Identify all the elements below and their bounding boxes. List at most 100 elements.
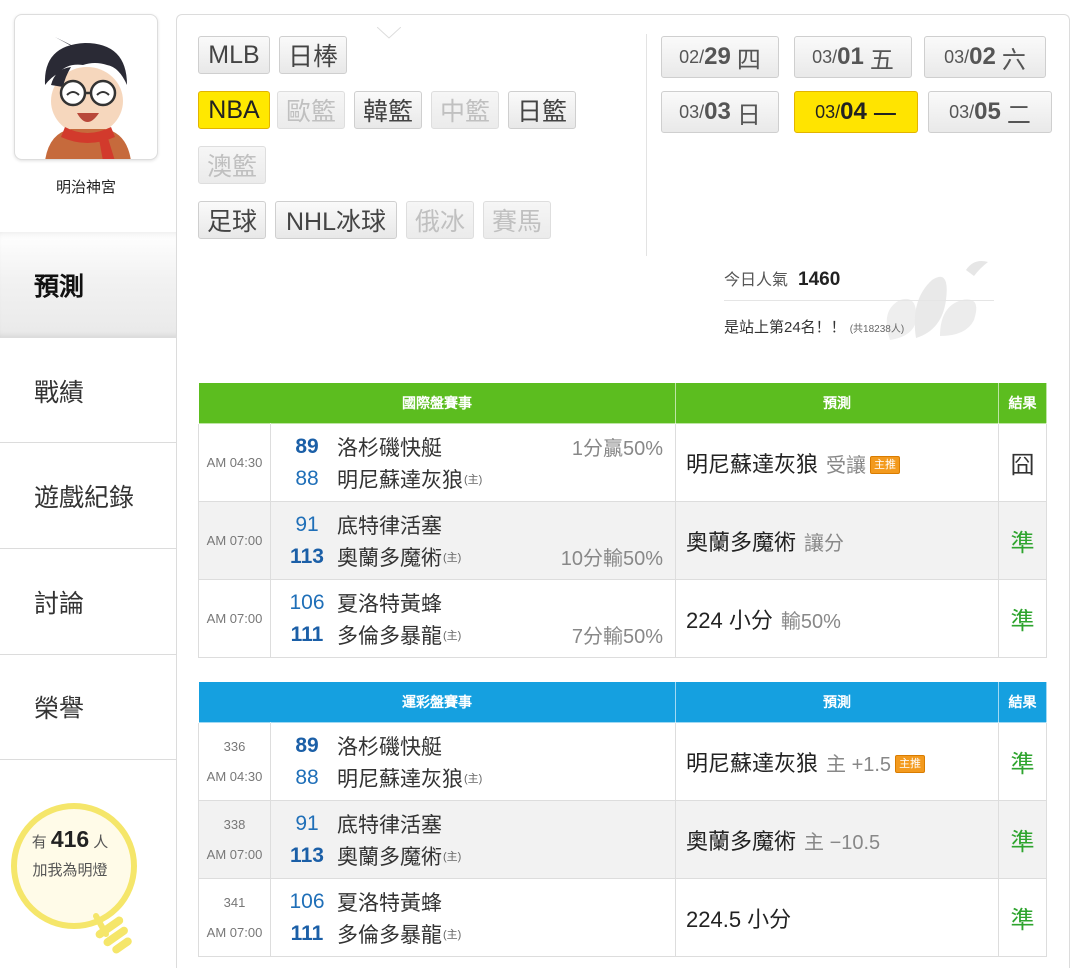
away-team[interactable]: 洛杉磯快艇	[337, 432, 442, 462]
away-team[interactable]: 底特律活塞	[337, 510, 442, 540]
date-0304[interactable]: 03/04 一	[794, 91, 918, 133]
home-score: 113	[290, 544, 324, 568]
divider	[646, 34, 647, 256]
table-header: 運彩盤賽事 預測 結果	[198, 681, 1047, 723]
sport-nhl[interactable]: NHL冰球	[275, 201, 397, 239]
home-score: 111	[290, 921, 324, 945]
game-time: 336 AM 04:30	[198, 722, 271, 801]
sport-mlb[interactable]: MLB	[198, 36, 270, 74]
site-rank-text: 是站上第24名！！	[724, 319, 846, 336]
pick-type: 主 +1.5	[826, 753, 892, 776]
home-score: 111	[290, 622, 324, 646]
game-time: AM 07:00	[198, 501, 271, 580]
pick: 明尼蘇達灰狼	[686, 451, 819, 477]
game-time-value: AM 07:00	[206, 846, 263, 862]
away-score: 89	[295, 733, 319, 757]
fan-count[interactable]: 有 416 人 加我為明燈	[12, 826, 128, 880]
pick: 奧蘭多魔術	[686, 529, 797, 555]
sport-nba[interactable]: NBA	[198, 91, 270, 129]
result: 準	[998, 579, 1047, 658]
pick-type: 主 −10.5	[804, 831, 881, 854]
avatar[interactable]	[14, 14, 158, 160]
game-code: 336	[223, 738, 246, 754]
home-mark: (主)	[443, 629, 462, 642]
prediction: 奧蘭多魔術 讓分	[675, 501, 999, 580]
site-rank-total: (共18238人)	[849, 324, 905, 335]
sport-japan-basketball[interactable]: 日籃	[508, 91, 576, 129]
home-team[interactable]: 奧蘭多魔術	[337, 841, 442, 871]
result: 準	[998, 501, 1047, 580]
nav-game-history[interactable]: 遊戲紀錄	[0, 442, 178, 548]
fan-count-value: 416	[50, 826, 90, 852]
home-mark: (主)	[464, 772, 483, 785]
away-team[interactable]: 底特律活塞	[337, 809, 442, 839]
date-0301[interactable]: 03/01 五	[794, 36, 912, 78]
sport-euro-basketball: 歐籃	[277, 91, 345, 129]
spread-result: 1分贏50%	[571, 438, 663, 460]
prediction: 224 小分 輸50%	[675, 579, 999, 658]
fan-count-suffix: 人	[93, 834, 109, 851]
date-0305[interactable]: 03/05 二	[928, 91, 1052, 133]
pick: 奧蘭多魔術	[686, 828, 797, 854]
game-time: 341 AM 07:00	[198, 878, 271, 957]
top-pick-badge: 主推	[870, 455, 901, 474]
follow-link[interactable]: 加我為明燈	[12, 859, 128, 880]
home-mark: (主)	[443, 850, 462, 863]
prediction: 奧蘭多魔術主 −10.5	[675, 800, 999, 879]
result: 準	[998, 722, 1047, 801]
date-0229[interactable]: 02/29 四	[661, 36, 779, 78]
result: 準	[998, 878, 1047, 957]
game-time-value: AM 07:00	[206, 924, 263, 940]
prediction: 明尼蘇達灰狼 受讓 主推	[675, 423, 999, 502]
lightbulb-icon	[11, 803, 137, 954]
away-score: 106	[289, 590, 325, 614]
result: 囧	[998, 423, 1047, 502]
date-0302[interactable]: 03/02 六	[924, 36, 1046, 78]
nav-honor[interactable]: 榮譽	[0, 654, 178, 760]
away-score: 91	[295, 512, 319, 536]
nav-discussion[interactable]: 討論	[0, 548, 178, 654]
home-team[interactable]: 明尼蘇達灰狼	[337, 464, 463, 494]
intl-games-table: 國際盤賽事 預測 結果 AM 04:30 89 洛杉磯快艇 1分贏50% 88 明尼蘇…	[198, 382, 1047, 658]
matchup: 89 洛杉磯快艇 1分贏50% 88 明尼蘇達灰狼 (主)	[270, 423, 676, 502]
nav-record[interactable]: 戰績	[0, 337, 178, 443]
username: 明治神宮	[55, 179, 116, 196]
home-mark: (主)	[443, 928, 462, 941]
game-time-value: AM 04:30	[206, 768, 263, 784]
home-team[interactable]: 多倫多暴龍	[337, 620, 442, 650]
home-score: 113	[290, 843, 324, 867]
game-code: 338	[223, 816, 246, 832]
header-games: 國際盤賽事	[198, 382, 676, 424]
table-header: 國際盤賽事 預測 結果	[198, 382, 1047, 424]
table-row: AM 04:30 89 洛杉磯快艇 1分贏50% 88 明尼蘇達灰狼 (主) 明尼蘇達灰…	[198, 423, 1047, 502]
avatar-image	[44, 37, 131, 159]
away-team[interactable]: 洛杉磯快艇	[337, 731, 442, 761]
nav-predict[interactable]: 預測	[0, 232, 178, 338]
home-team[interactable]: 多倫多暴龍	[337, 919, 442, 949]
header-result: 結果	[998, 382, 1047, 424]
sport-china-basketball: 中籃	[431, 91, 499, 129]
away-team[interactable]: 夏洛特黃蜂	[337, 887, 442, 917]
sport-aus-basketball: 澳籃	[198, 146, 266, 184]
sport-japan-baseball[interactable]: 日棒	[279, 36, 347, 74]
table-row: 336 AM 04:30 89 洛杉磯快艇 88 明尼蘇達灰狼 (主) 明尼蘇達灰狼主 …	[198, 722, 1047, 801]
pick-type: 輸50%	[780, 610, 841, 633]
popularity-label: 今日人氣	[724, 272, 789, 289]
prediction: 明尼蘇達灰狼主 +1.5 主推	[675, 722, 999, 801]
table-row: AM 07:00 106 夏洛特黃蜂 111 多倫多暴龍 (主) 7分輸50% 224 …	[198, 579, 1047, 658]
pick: 明尼蘇達灰狼	[686, 750, 819, 776]
home-team[interactable]: 明尼蘇達灰狼	[337, 763, 463, 793]
sport-soccer[interactable]: 足球	[198, 201, 266, 239]
home-mark: (主)	[464, 473, 483, 486]
popularity: 今日人氣 1460	[724, 266, 840, 291]
sport-korea-basketball[interactable]: 韓籃	[354, 91, 422, 129]
home-team[interactable]: 奧蘭多魔術	[337, 542, 442, 572]
game-time: AM 04:30	[198, 423, 271, 502]
table-row: 338 AM 07:00 91 底特律活塞 113 奧蘭多魔術 (主) 奧蘭多魔術主 −…	[198, 800, 1047, 879]
away-team[interactable]: 夏洛特黃蜂	[337, 588, 442, 618]
header-prediction: 預測	[675, 382, 999, 424]
top-pick-badge: 主推	[895, 754, 926, 773]
pick-type: 讓分	[804, 532, 845, 555]
date-0303[interactable]: 03/03 日	[661, 91, 779, 133]
matchup: 89 洛杉磯快艇 88 明尼蘇達灰狼 (主)	[270, 722, 676, 801]
